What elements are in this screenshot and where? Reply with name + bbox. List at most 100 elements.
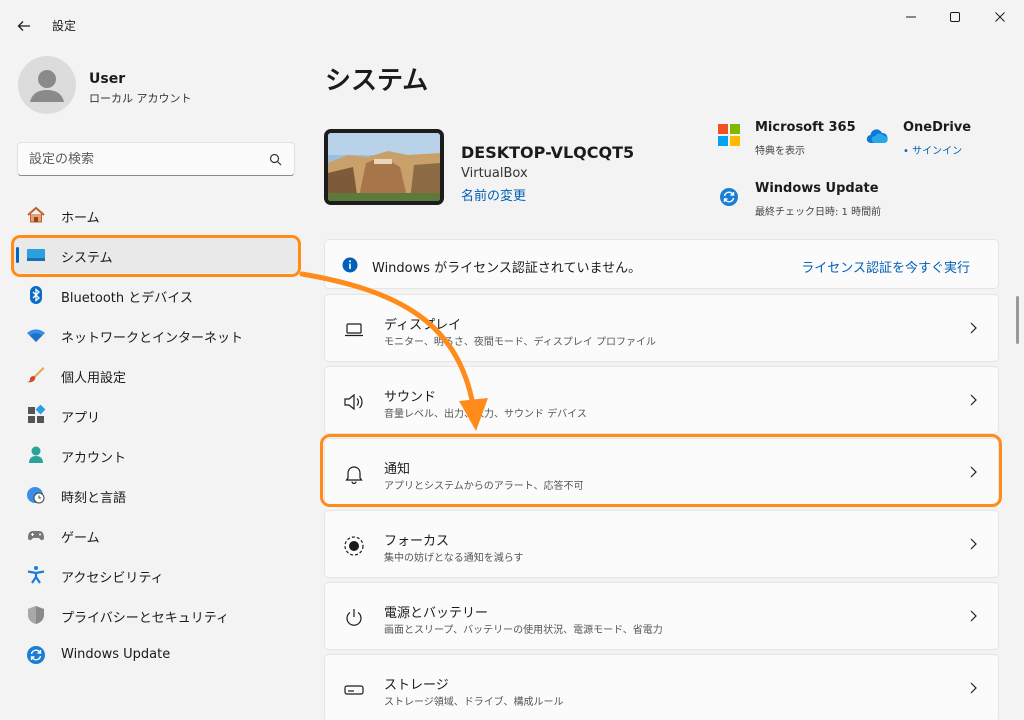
home-icon <box>26 205 46 225</box>
app-title: 設定 <box>52 19 77 33</box>
info-icon <box>342 257 358 273</box>
onedrive-tile[interactable] <box>866 128 888 148</box>
rename-link[interactable]: 名前の変更 <box>461 185 526 204</box>
sidebar-item-label: 時刻と言語 <box>61 491 127 506</box>
sidebar-item-label: ホーム <box>61 211 100 226</box>
sidebar-item-system[interactable]: システム <box>14 237 298 273</box>
setting-subtitle: モニター、明るさ、夜間モード、ディスプレイ プロファイル <box>384 337 656 348</box>
maximize-icon <box>950 12 960 22</box>
activate-now-link[interactable]: ライセンス認証を今すぐ実行 <box>801 257 970 276</box>
minimize-icon <box>906 16 916 18</box>
setting-subtitle: 音量レベル、出力、入力、サウンド デバイス <box>384 409 587 420</box>
sidebar-item-accessibility[interactable]: アクセシビリティ <box>14 557 298 593</box>
shield-icon <box>26 605 46 625</box>
setting-title: ディスプレイ <box>384 318 462 333</box>
windows-update-tile[interactable] <box>719 187 739 211</box>
chevron-right-icon <box>970 682 977 694</box>
setting-title: 通知 <box>384 462 411 477</box>
bell-icon <box>343 463 365 485</box>
sidebar-item-label: 個人用設定 <box>61 371 127 386</box>
apps-icon <box>26 405 46 425</box>
search-icon[interactable] <box>269 153 282 166</box>
onedrive-title[interactable]: OneDrive <box>903 120 971 135</box>
sidebar-item-label: アクセシビリティ <box>61 571 164 586</box>
setting-subtitle: アプリとシステムからのアラート、応答不可 <box>384 481 584 492</box>
license-banner: Windows がライセンス認証されていません。 ライセンス認証を今すぐ実行 <box>324 239 999 289</box>
sidebar-item-label: プライバシーとセキュリティ <box>61 611 229 626</box>
active-indicator <box>16 247 19 263</box>
chevron-right-icon <box>970 394 977 406</box>
setting-storage[interactable]: ストレージ ストレージ領域、ドライブ、構成ルール <box>324 654 999 720</box>
chevron-right-icon <box>970 466 977 478</box>
setting-title: サウンド <box>384 390 437 405</box>
setting-sound[interactable]: サウンド 音量レベル、出力、入力、サウンド デバイス <box>324 366 999 434</box>
onedrive-cloud-icon <box>866 129 888 144</box>
profile-account-type: ローカル アカウント <box>89 92 192 105</box>
sidebar-item-apps[interactable]: アプリ <box>14 397 298 433</box>
avatar[interactable] <box>18 56 76 114</box>
account-icon <box>26 445 46 465</box>
sidebar-item-bluetooth[interactable]: Bluetooth とデバイス <box>14 277 298 313</box>
setting-subtitle: ストレージ領域、ドライブ、構成ルール <box>384 697 564 708</box>
setting-power[interactable]: 電源とバッテリー 画面とスリープ、バッテリーの使用状況、電源モード、省電力 <box>324 582 999 650</box>
minimize-button[interactable] <box>888 0 934 34</box>
sidebar-item-privacy[interactable]: プライバシーとセキュリティ <box>14 597 298 633</box>
globe-clock-icon <box>26 485 46 505</box>
sidebar-item-windows-update[interactable]: Windows Update <box>14 637 298 673</box>
brush-icon <box>26 365 46 385</box>
search-input[interactable] <box>29 151 259 167</box>
network-icon <box>26 325 46 345</box>
chevron-right-icon <box>970 322 977 334</box>
title-bar: 設定 <box>0 0 1024 48</box>
license-message: Windows がライセンス認証されていません。 <box>372 261 642 276</box>
storage-icon <box>343 679 365 701</box>
gamepad-icon <box>26 525 46 545</box>
setting-title: ストレージ <box>384 678 449 693</box>
setting-subtitle: 集中の妨げとなる通知を減らす <box>384 553 524 564</box>
back-arrow-icon <box>17 21 30 31</box>
close-button[interactable] <box>977 0 1023 34</box>
setting-display[interactable]: ディスプレイ モニター、明るさ、夜間モード、ディスプレイ プロファイル <box>324 294 999 362</box>
sidebar-item-home[interactable]: ホーム <box>14 197 298 233</box>
sidebar-item-network[interactable]: ネットワークとインターネット <box>14 317 298 353</box>
accessibility-icon <box>26 565 46 585</box>
device-model: VirtualBox <box>461 166 528 181</box>
wallpaper-image <box>328 133 440 201</box>
ms365-subtitle: 特典を表示 <box>755 146 805 157</box>
user-avatar-icon <box>30 70 64 102</box>
search-box[interactable] <box>17 142 295 176</box>
sidebar-item-label: ゲーム <box>61 531 100 546</box>
ms365-tile[interactable] <box>718 124 740 150</box>
windows-update-subtitle: 最終チェック日時: 1 時間前 <box>755 207 882 218</box>
sidebar-item-label: アカウント <box>61 451 127 466</box>
sidebar-item-time-language[interactable]: 時刻と言語 <box>14 477 298 513</box>
update-icon <box>26 645 46 665</box>
focus-icon <box>343 535 365 557</box>
sidebar-item-label: ネットワークとインターネット <box>61 331 244 346</box>
onedrive-subtitle: • サインイン <box>903 146 963 157</box>
windows-update-title[interactable]: Windows Update <box>755 181 879 196</box>
sidebar-item-gaming[interactable]: ゲーム <box>14 517 298 553</box>
speaker-icon <box>343 391 365 413</box>
sidebar-item-label: Bluetooth とデバイス <box>61 291 193 306</box>
setting-notifications[interactable]: 通知 アプリとシステムからのアラート、応答不可 <box>324 438 999 506</box>
close-icon <box>995 12 1005 22</box>
microsoft-logo-icon <box>718 124 740 146</box>
page-title: システム <box>325 66 429 96</box>
ms365-title[interactable]: Microsoft 365 <box>755 120 856 135</box>
system-icon <box>26 245 46 265</box>
sidebar-item-label: Windows Update <box>61 647 171 662</box>
setting-subtitle: 画面とスリープ、バッテリーの使用状況、電源モード、省電力 <box>384 625 663 636</box>
sidebar-item-accounts[interactable]: アカウント <box>14 437 298 473</box>
chevron-right-icon <box>970 610 977 622</box>
back-button[interactable] <box>10 12 38 40</box>
scrollbar-thumb[interactable] <box>1016 296 1019 344</box>
sidebar-item-label: アプリ <box>61 411 101 426</box>
maximize-button[interactable] <box>932 0 978 34</box>
device-thumbnail <box>324 129 444 205</box>
setting-focus[interactable]: フォーカス 集中の妨げとなる通知を減らす <box>324 510 999 578</box>
sidebar-item-personalization[interactable]: 個人用設定 <box>14 357 298 393</box>
setting-title: フォーカス <box>384 534 450 549</box>
setting-title: 電源とバッテリー <box>384 606 489 621</box>
display-icon <box>343 319 365 341</box>
